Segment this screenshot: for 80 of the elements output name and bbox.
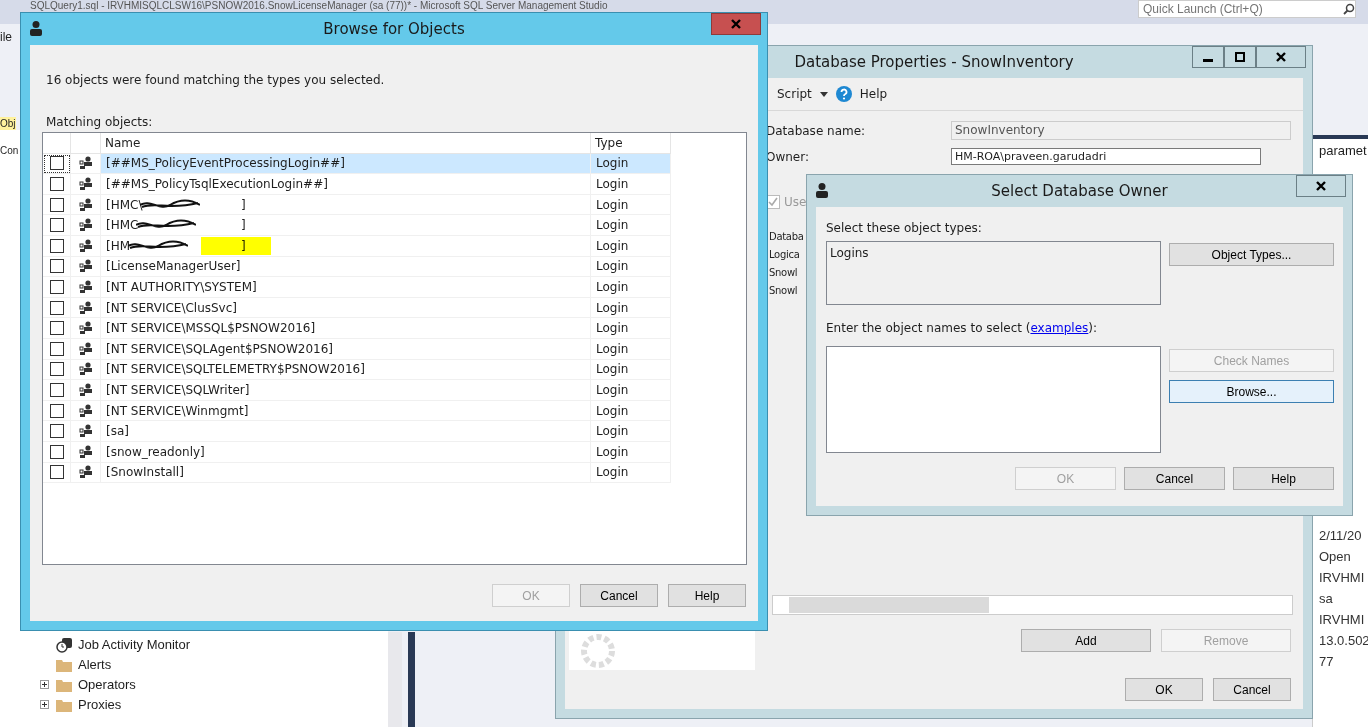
help-button[interactable]: Help (859, 87, 888, 101)
table-cell: Login (596, 382, 629, 397)
table-cell: [NT SERVICE\SQLAgent$PSNOW2016] (106, 341, 333, 356)
table-cell: [##MS_PolicyTsqlExecutionLogin##] (106, 177, 328, 191)
table-cell: Login (596, 156, 629, 171)
table-cell: [NT SERVICE\SQLTELEMETRY$PSNOW2016] (106, 362, 365, 377)
property-value: IRVHMI (1318, 569, 1366, 587)
grid-cell: Snowl (769, 267, 798, 278)
window-title: Database Properties - SnowInventory (794, 53, 1074, 71)
table-cell: [HMC (106, 218, 139, 233)
field-label: Owner: (766, 149, 810, 164)
toolbar-button[interactable]: Con (0, 144, 19, 157)
field-label: Enter the object names to select (examples): (826, 321, 1099, 335)
column-header[interactable]: Name (101, 133, 591, 154)
table-cell: Login (596, 279, 629, 294)
table-cell: ] (241, 238, 246, 253)
property-value: IRVHMI (1318, 611, 1366, 629)
object-type: Logins (830, 246, 869, 260)
table-cell: ] (241, 197, 246, 212)
dialog-button[interactable]: Add (1021, 629, 1151, 652)
table-cell: [NT SERVICE\ClusSvc] (106, 300, 237, 315)
table-cell: Login (596, 444, 629, 459)
text-field[interactable]: SnowInventory (951, 121, 1291, 140)
property-value: 77 (1318, 653, 1335, 671)
table-cell: [HMC\ (106, 197, 143, 212)
table-cell: Login (596, 218, 629, 233)
table-cell: Login (596, 403, 629, 418)
table-cell: [HM (106, 238, 131, 253)
column-header[interactable]: Type (591, 133, 671, 154)
grid-cell: Databa (769, 231, 804, 242)
search-field[interactable]: Quick Launch (Ctrl+Q) (1138, 0, 1356, 18)
window-title: Browse for Objects (323, 20, 465, 38)
window-title: Select Database Owner (991, 182, 1168, 200)
menu-item[interactable]: ile (0, 30, 12, 44)
table-cell: Login (596, 300, 629, 315)
table-cell: Login (596, 424, 629, 439)
examples-link[interactable]: examples (1030, 321, 1089, 335)
script-button[interactable]: Script (777, 87, 812, 101)
table-cell: [NT SERVICE\Winmgmt] (106, 403, 249, 418)
dialog-button[interactable]: Cancel (580, 584, 658, 607)
property-value: Open (1318, 548, 1352, 566)
table-cell: [snow_readonly] (106, 444, 205, 459)
window-title: SQLQuery1.sql - IRVHMISQLCLSW16\PSNOW2016.SnowLicenseManager (sa (77))* - Microsoft SQL Server Management Studio (30, 0, 608, 11)
table-cell: Login (596, 197, 629, 212)
checkbox-label: Use (784, 195, 807, 209)
tab[interactable]: Obj (0, 117, 16, 130)
dialog-button[interactable]: Help (1233, 467, 1334, 490)
table-cell: [NT AUTHORITY\SYSTEM] (106, 279, 257, 294)
tree-item[interactable]: Operators (78, 677, 136, 692)
table-cell: [##MS_PolicyEventProcessingLogin##] (106, 156, 345, 171)
field-label: Select these object types: (826, 221, 983, 235)
table-cell: [SnowInstall] (106, 465, 184, 480)
message-text: 16 objects were found matching the types you selected. (46, 73, 386, 87)
table-cell: [NT SERVICE\SQLWriter] (106, 382, 250, 397)
table-cell: Login (596, 341, 629, 356)
tree-item[interactable]: Proxies (78, 697, 122, 712)
tree-item[interactable]: Job Activity Monitor (78, 637, 190, 652)
dialog-button[interactable]: OK (1125, 678, 1203, 701)
list-label: Matching objects: (46, 115, 154, 129)
table-cell: [NT SERVICE\MSSQL$PSNOW2016] (106, 321, 316, 336)
dialog-button[interactable]: Cancel (1213, 678, 1291, 701)
table-cell: Login (596, 177, 629, 191)
dialog-button[interactable]: Browse... (1169, 380, 1334, 403)
table-cell: [sa] (106, 424, 129, 439)
table-cell: ] (241, 218, 246, 233)
dialog-button[interactable]: Cancel (1124, 467, 1225, 490)
grid-cell: Snowl (769, 285, 798, 296)
table-cell: [LicenseManagerUser] (106, 259, 241, 274)
property-value: 2/11/20 (1318, 527, 1363, 545)
tree-item[interactable]: Alerts (78, 657, 112, 672)
table-cell: Login (596, 238, 629, 253)
property-value: sa (1318, 590, 1334, 608)
table-cell: Login (596, 362, 629, 377)
dialog-button[interactable]: Help (668, 584, 746, 607)
dialog-button[interactable]: Object Types... (1169, 243, 1334, 266)
text-field[interactable]: HM-ROA\praveen.garudadri (951, 148, 1261, 165)
table-cell: Login (596, 259, 629, 274)
table-cell: Login (596, 465, 629, 480)
table-cell: Login (596, 321, 629, 336)
grid-cell: Logica (769, 249, 800, 260)
